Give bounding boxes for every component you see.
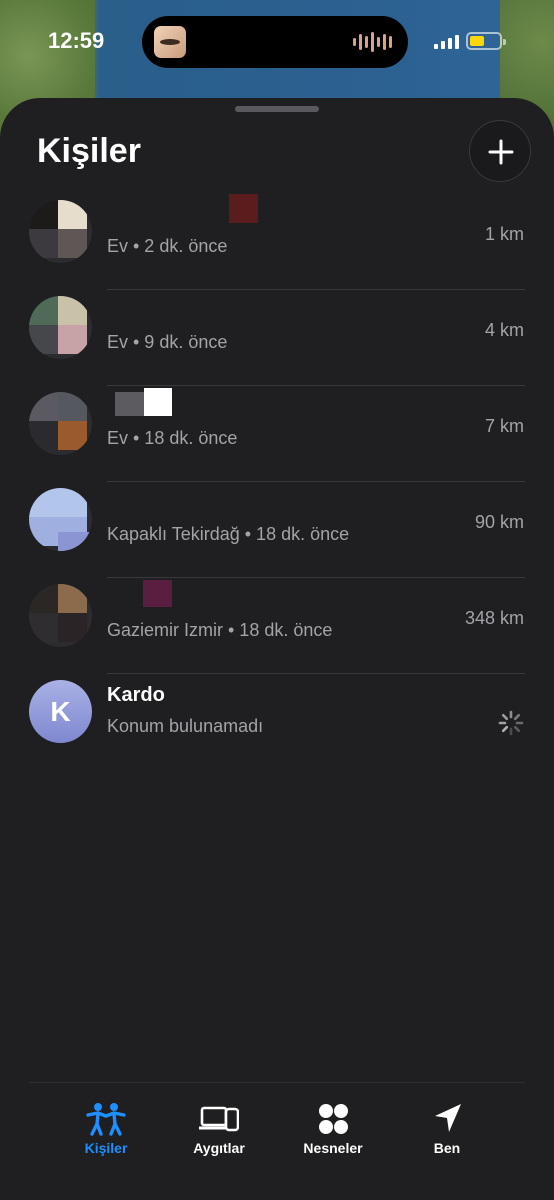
plus-icon (488, 139, 514, 165)
avatar (29, 392, 92, 455)
people-sheet: Kişiler Ev • 2 dk. önce 1 km Ev • 9 dk. … (0, 98, 554, 1200)
person-location: Ev • 18 dk. önce (107, 428, 238, 448)
tab-bar: Kişiler Aygıtlar Nesneler Ben (0, 1080, 554, 1200)
avatar (29, 488, 92, 551)
audio-waveform-icon (353, 32, 392, 52)
avatar (29, 584, 92, 647)
person-location: Gaziemir Izmir • 18 dk. önce (107, 620, 333, 640)
redaction-mark (115, 392, 144, 416)
divider (29, 1082, 525, 1083)
battery-icon (466, 32, 506, 50)
list-item[interactable]: Ev • 2 dk. önce 1 km (0, 194, 554, 290)
people-list: Ev • 2 dk. önce 1 km Ev • 9 dk. önce 4 k… (0, 194, 554, 770)
tab-items[interactable]: Nesneler (273, 1098, 393, 1168)
tab-me[interactable]: Ben (387, 1098, 507, 1168)
redaction-mark (143, 580, 172, 607)
person-name: Kardo (107, 684, 165, 706)
person-distance: 348 km (464, 608, 524, 628)
tab-label: Ben (433, 1140, 461, 1156)
list-item[interactable]: Ev • 9 dk. önce 4 km (0, 290, 554, 386)
now-playing-thumbnail (154, 26, 186, 58)
list-item[interactable]: Gaziemir Izmir • 18 dk. önce 348 km (0, 578, 554, 674)
status-bar: 12:59 (0, 0, 554, 84)
dynamic-island[interactable] (142, 16, 408, 68)
add-person-button[interactable] (469, 120, 531, 182)
person-location: Ev • 2 dk. önce (107, 236, 228, 256)
loading-spinner-icon (498, 710, 524, 736)
page-title: Kişiler (37, 132, 141, 170)
tab-label: Kişiler (84, 1140, 128, 1156)
person-distance: 7 km (484, 416, 524, 436)
status-time: 12:59 (48, 28, 105, 53)
person-distance: 1 km (484, 224, 524, 244)
list-item[interactable]: K Kardo Konum bulunamadı (0, 674, 554, 770)
person-location: Kapaklı Tekirdağ • 18 dk. önce (107, 524, 350, 544)
tab-label: Aygıtlar (193, 1140, 245, 1156)
cellular-signal-icon (434, 33, 459, 49)
tab-people[interactable]: Kişiler (46, 1098, 166, 1168)
redaction-mark (229, 194, 258, 223)
avatar: K (29, 680, 92, 743)
list-item[interactable]: Ev • 18 dk. önce 7 km (0, 386, 554, 482)
avatar-initial: K (50, 696, 71, 727)
person-distance: 90 km (474, 512, 524, 532)
items-icon (319, 1104, 348, 1134)
tab-label: Nesneler (303, 1140, 363, 1156)
devices-icon (199, 1106, 239, 1132)
sheet-grabber[interactable] (235, 106, 319, 112)
person-distance: 4 km (484, 320, 524, 340)
people-icon (86, 1103, 126, 1136)
person-location: Konum bulunamadı (107, 716, 264, 736)
redaction-mark (144, 388, 172, 416)
location-arrow-icon (435, 1104, 461, 1132)
avatar (29, 296, 92, 359)
avatar (29, 200, 92, 263)
tab-devices[interactable]: Aygıtlar (159, 1098, 279, 1168)
list-item[interactable]: Kapaklı Tekirdağ • 18 dk. önce 90 km (0, 482, 554, 578)
person-location: Ev • 9 dk. önce (107, 332, 228, 352)
